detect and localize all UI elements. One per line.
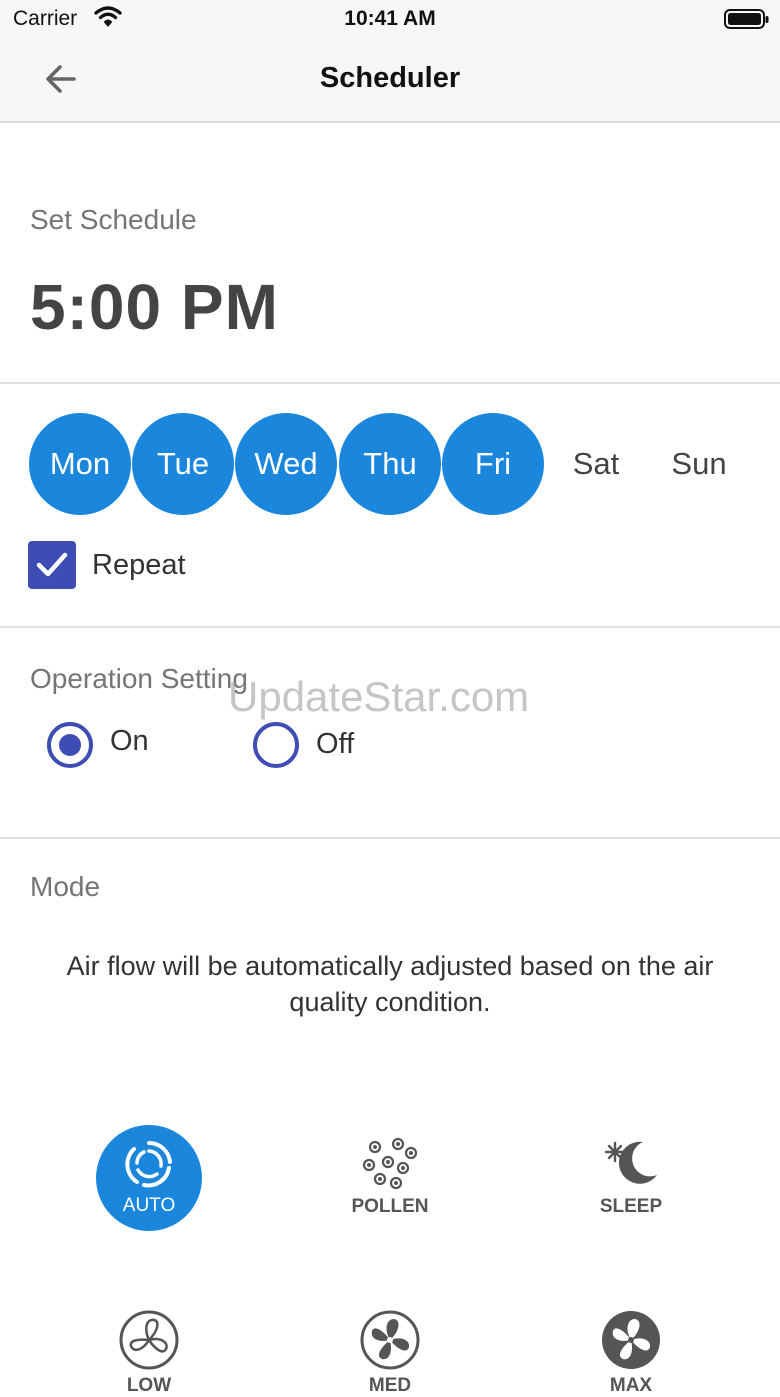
day-sat[interactable]: Sat xyxy=(545,413,647,515)
navigation-bar: Scheduler xyxy=(0,40,780,123)
day-wed[interactable]: Wed xyxy=(235,413,337,515)
fan-max-icon xyxy=(602,1311,660,1369)
mode-low-label: LOW xyxy=(126,1375,172,1396)
radio-unselected-icon xyxy=(253,722,299,768)
day-fri[interactable]: Fri xyxy=(442,413,544,515)
schedule-time[interactable]: 5:00 PM xyxy=(30,270,279,344)
moon-sleep-icon xyxy=(604,1141,657,1184)
status-time: 10:41 AM xyxy=(344,7,436,30)
mode-label: Mode xyxy=(30,871,101,902)
mode-max-label: MAX xyxy=(609,1375,653,1396)
mode-description: Air flow will be automatically adjusted … xyxy=(66,951,714,1017)
mode-med-label: MED xyxy=(368,1375,412,1396)
mode-pollen-label: POLLEN xyxy=(351,1196,429,1217)
mode-sleep-label: SLEEP xyxy=(599,1196,663,1217)
status-bar: Carrier 10:41 AM xyxy=(0,0,780,40)
radio-off-label: Off xyxy=(316,728,355,760)
operation-setting-label: Operation Setting xyxy=(30,663,248,694)
radio-selected-icon xyxy=(47,722,93,768)
repeat-label: Repeat xyxy=(92,549,186,581)
auto-swirl-icon xyxy=(125,1140,172,1188)
day-thu[interactable]: Thu xyxy=(339,413,441,515)
day-mon[interactable]: Mon xyxy=(29,413,131,515)
fan-med-icon xyxy=(360,1310,420,1370)
radio-on[interactable] xyxy=(46,721,94,769)
mode-auto-label: AUTO xyxy=(122,1195,176,1216)
divider xyxy=(0,837,780,839)
day-tue[interactable]: Tue xyxy=(132,413,234,515)
repeat-checkbox[interactable] xyxy=(28,541,76,589)
mode-sleep-button[interactable]: SLEEP xyxy=(566,1135,696,1218)
mode-pollen-button[interactable]: POLLEN xyxy=(325,1135,455,1218)
radio-off[interactable] xyxy=(252,721,300,769)
divider xyxy=(0,382,780,384)
set-schedule-label: Set Schedule xyxy=(30,204,197,235)
watermark: UpdateStar.com xyxy=(228,673,530,720)
mode-max-button[interactable]: MAX xyxy=(566,1309,696,1397)
battery-icon xyxy=(724,8,770,36)
radio-on-label: On xyxy=(110,725,149,757)
checkmark-icon xyxy=(36,552,68,577)
mode-med-button[interactable]: MED xyxy=(325,1309,455,1397)
mode-auto-button[interactable]: AUTO xyxy=(96,1125,202,1231)
fan-low-icon xyxy=(119,1310,179,1370)
mode-low-button[interactable]: LOW xyxy=(84,1309,214,1397)
pollen-icon xyxy=(362,1137,418,1190)
day-sun[interactable]: Sun xyxy=(648,413,750,515)
page-title: Scheduler xyxy=(319,62,461,94)
divider xyxy=(0,626,780,628)
